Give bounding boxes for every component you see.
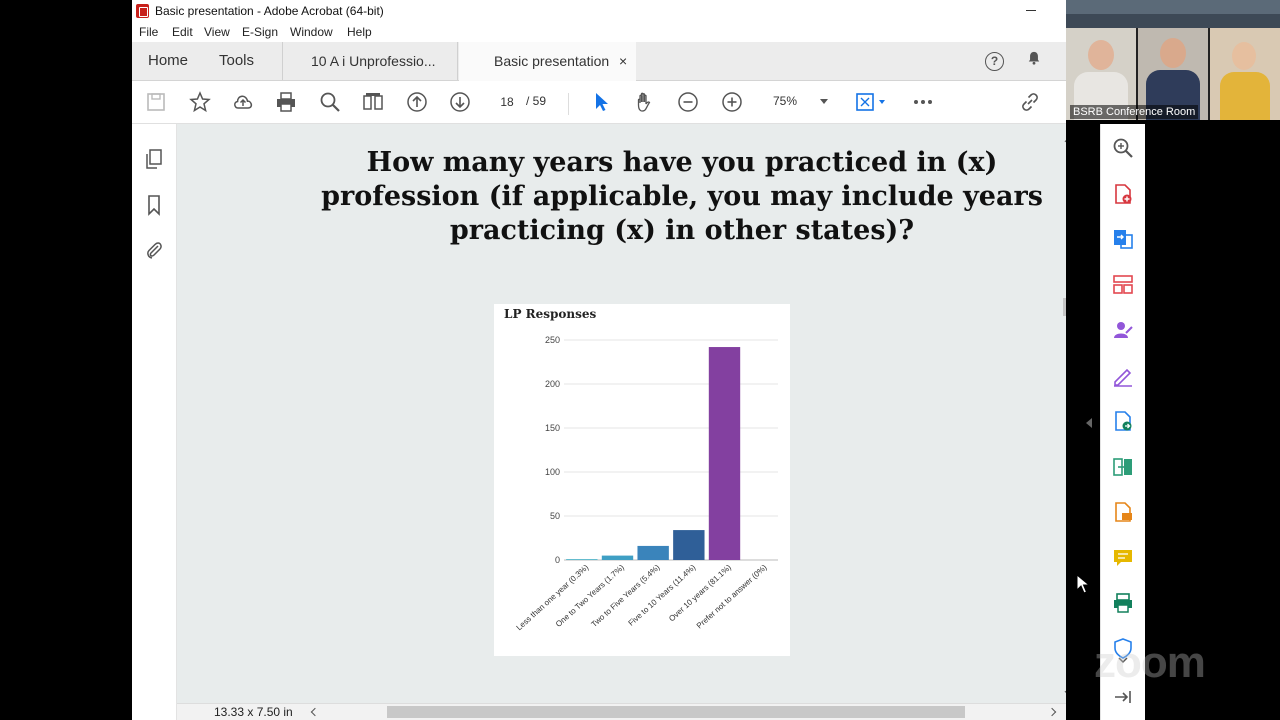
page-total: / 59: [526, 94, 547, 108]
chart-x-tick-label: One to Two Years (1.7%): [554, 563, 626, 629]
chart-y-tick-label: 100: [545, 467, 560, 477]
comment-pdf-icon[interactable]: [1112, 501, 1134, 523]
hand-icon[interactable]: [634, 91, 656, 113]
print-production-icon[interactable]: [1112, 592, 1134, 614]
print-icon[interactable]: [275, 91, 297, 113]
chart-bar: [637, 545, 669, 560]
tab-document-unprofessional[interactable]: 10 A i Unprofessio...: [282, 42, 458, 80]
star-icon[interactable]: [189, 91, 211, 113]
edit-pdf-icon[interactable]: [1112, 410, 1134, 432]
select-arrow-icon[interactable]: [590, 91, 612, 113]
video-gallery-strip: [1066, 0, 1280, 28]
page-size-label: 13.33 x 7.50 in: [214, 705, 293, 719]
export-pdf-icon[interactable]: [1112, 228, 1134, 250]
zoom-dropdown-icon[interactable]: [820, 99, 828, 104]
document-area: How many years have you practiced in (x)…: [177, 124, 1066, 706]
attachments-icon[interactable]: [144, 239, 164, 261]
chart-x-tick-label: Over 10 years (81.1%): [667, 563, 733, 624]
chart-bar: [673, 530, 705, 560]
combine-files-icon[interactable]: [1112, 456, 1134, 478]
bookmarks-icon[interactable]: [144, 194, 164, 216]
close-tab-icon[interactable]: ×: [619, 42, 627, 80]
chart-lp-responses: LP Responses 250 200 150 100 50 0 Less than one…: [494, 304, 790, 656]
horizontal-scrollbar-thumb[interactable]: [387, 706, 965, 718]
expand-pane-icon[interactable]: [1112, 686, 1134, 708]
chart-y-tick-label: 50: [550, 511, 560, 521]
toolbar-divider: [568, 93, 569, 115]
zoom-watermark: zoom: [1094, 638, 1206, 687]
menu-window[interactable]: Window: [290, 25, 333, 39]
menu-esign[interactable]: E-Sign: [242, 25, 278, 39]
request-signature-icon[interactable]: [1112, 319, 1134, 341]
collapse-right-pane-icon[interactable]: [1086, 418, 1092, 428]
vertical-scrollbar-thumb[interactable]: [1063, 298, 1066, 316]
tab-home[interactable]: Home: [148, 42, 188, 80]
chart-y-tick-label: 0: [555, 555, 560, 565]
tab-document-basic-presentation[interactable]: Basic presentation ×: [459, 42, 636, 81]
menu-bar: File Edit View E-Sign Window Help: [132, 22, 1066, 42]
page-down-icon[interactable]: [449, 91, 471, 113]
scroll-left-icon[interactable]: [310, 707, 320, 717]
left-navigation-pane: [132, 124, 177, 720]
save-icon[interactable]: [145, 91, 167, 113]
fit-page-icon[interactable]: [854, 91, 876, 113]
chart-x-tick-label: Prefer not to answer (0%): [695, 563, 769, 631]
chart-svg: LP Responses 250 200 150 100 50 0Less than one…: [504, 307, 778, 633]
mouse-cursor-icon: [1076, 574, 1091, 594]
link-icon[interactable]: [1019, 91, 1041, 113]
page-up-icon[interactable]: [406, 91, 428, 113]
menu-file[interactable]: File: [139, 25, 158, 39]
help-icon[interactable]: ?: [985, 52, 1004, 71]
tab-tools[interactable]: Tools: [219, 42, 254, 80]
chart-bar: [601, 555, 634, 560]
chart-title: LP Responses: [504, 307, 597, 321]
menu-edit[interactable]: Edit: [172, 25, 193, 39]
chart-y-tick-label: 250: [545, 335, 560, 345]
chart-bar: [708, 347, 741, 560]
chart-bar: [566, 559, 598, 560]
tab-bar: Home Tools 10 A i Unprofessio... Basic p…: [132, 42, 1066, 81]
tab-document-basic-presentation-label: Basic presentation: [494, 53, 610, 69]
zoom-video-panel: BSRB Conference Room: [1066, 0, 1280, 120]
fill-sign-icon[interactable]: [1112, 365, 1134, 387]
fit-page-dropdown-icon[interactable]: [879, 100, 885, 104]
menu-view[interactable]: View: [204, 25, 230, 39]
acrobat-window: Basic presentation - Adobe Acrobat (64-b…: [132, 0, 1066, 720]
video-room-label: BSRB Conference Room: [1070, 105, 1199, 119]
page-thumbnails-icon[interactable]: [144, 148, 164, 170]
search-zoom-icon[interactable]: [319, 91, 341, 113]
organize-pages-icon[interactable]: [1112, 274, 1134, 296]
video-tile-participant-3: [1210, 28, 1280, 120]
comment-icon[interactable]: [1112, 547, 1134, 569]
find-zoom-icon[interactable]: [1112, 137, 1134, 159]
chart-x-tick-label: Less than one year (0.3%): [515, 563, 591, 633]
right-tools-pane: [1100, 124, 1145, 720]
scroll-right-icon[interactable]: [1047, 707, 1057, 717]
acrobat-app-icon: [136, 4, 149, 18]
cloud-upload-icon[interactable]: [232, 91, 254, 113]
notification-bell-icon[interactable]: [1027, 51, 1041, 65]
chart-y-tick-label: 200: [545, 379, 560, 389]
more-icon[interactable]: [912, 91, 934, 113]
tab-document-unprofessional-label: 10 A i Unprofessio...: [311, 53, 436, 69]
window-title: Basic presentation - Adobe Acrobat (64-b…: [155, 4, 384, 18]
slide-title: How many years have you practiced in (x)…: [321, 147, 1043, 246]
menu-help[interactable]: Help: [347, 25, 372, 39]
minimize-button[interactable]: [1026, 10, 1036, 11]
zoom-in-icon[interactable]: [721, 91, 743, 113]
title-bar: Basic presentation - Adobe Acrobat (64-b…: [132, 0, 1066, 22]
create-pdf-icon[interactable]: [1112, 183, 1134, 205]
toolbar: 18 / 59 75%: [132, 81, 1066, 124]
page-number-input[interactable]: 18: [491, 90, 523, 114]
chart-y-tick-label: 150: [545, 423, 560, 433]
zoom-out-icon[interactable]: [677, 91, 699, 113]
zoom-level[interactable]: 75%: [773, 94, 797, 108]
chart-x-tick-label: Five to 10 Years (11.4%): [627, 563, 698, 628]
compare-icon[interactable]: [362, 91, 384, 113]
chart-x-tick-label: Two to Five Years (5.4%): [590, 563, 662, 629]
status-bar: 13.33 x 7.50 in: [177, 703, 1066, 720]
